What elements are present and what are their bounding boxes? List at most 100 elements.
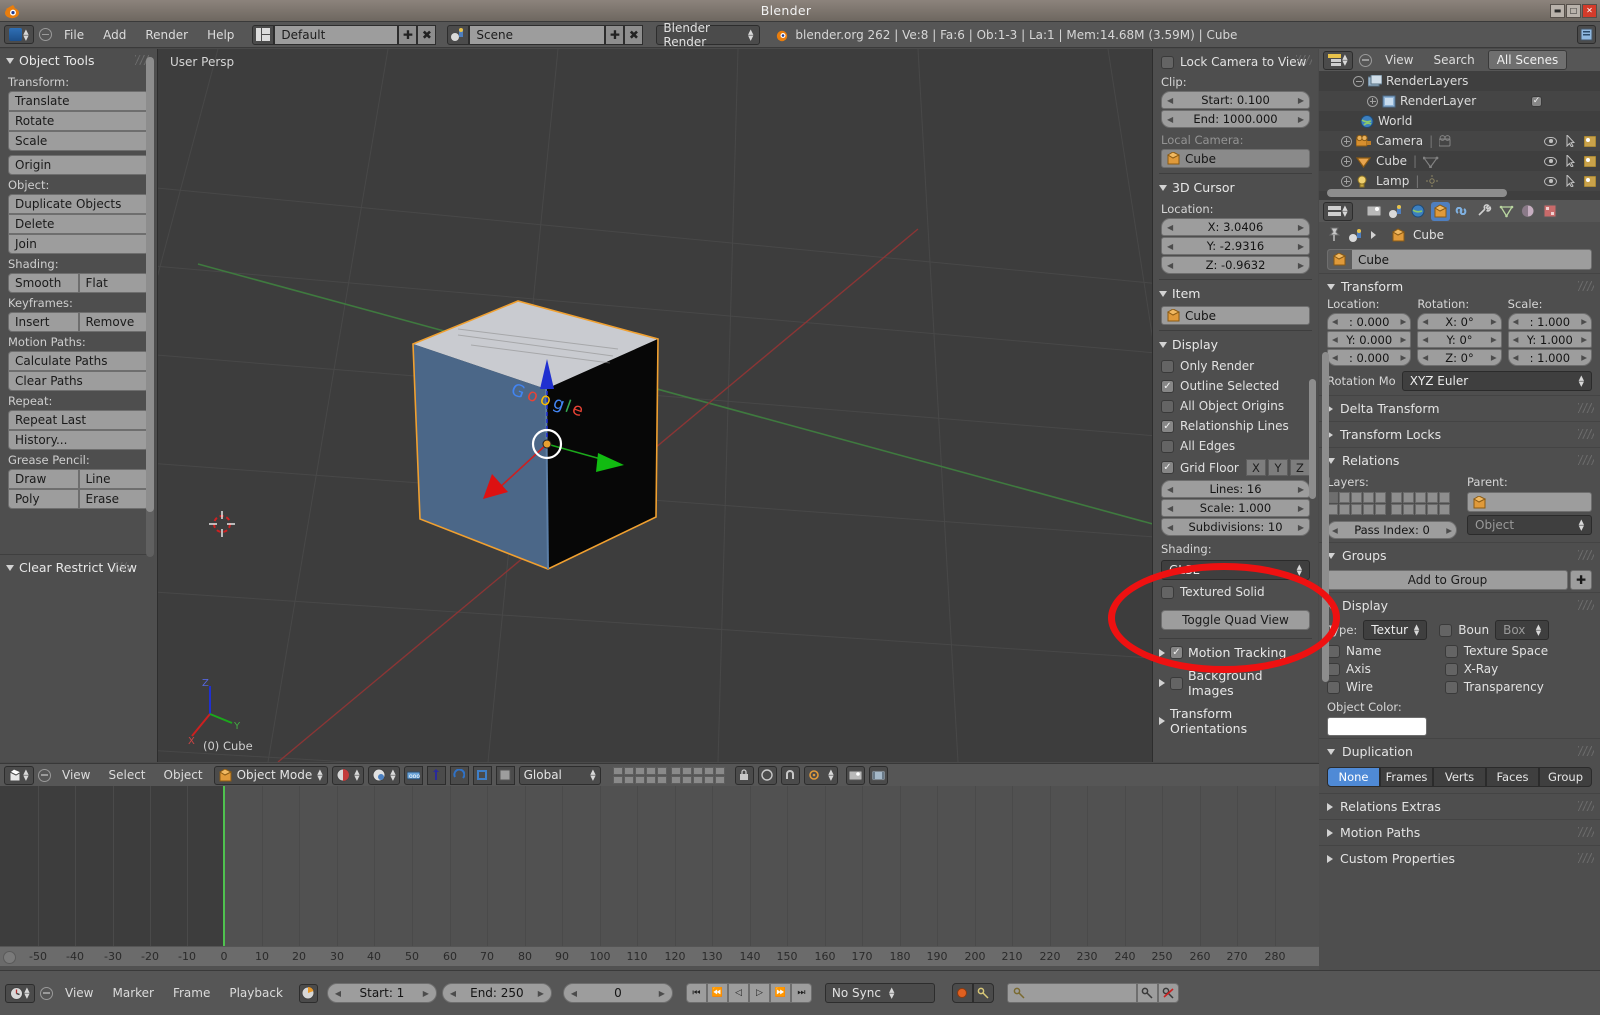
background-images-checkbox[interactable] [1170, 676, 1183, 690]
viewport-menu-view[interactable]: View [55, 766, 97, 784]
background-images-panel-header[interactable]: Background Images [1153, 55, 1318, 702]
menu-file[interactable]: File [57, 26, 91, 44]
timeline-menu-marker[interactable]: Marker [105, 984, 160, 1002]
gp-line-button[interactable]: Line [78, 469, 149, 489]
all-edges-checkbox[interactable] [1161, 439, 1174, 453]
display-panel-header[interactable]: Display [1319, 592, 1600, 618]
cursor-z-field[interactable]: ◀ Z: -0.9632 ▶ [1161, 256, 1310, 274]
next-keyframe-button[interactable]: ⏩ [769, 983, 791, 1003]
viewport-layers-right[interactable] [670, 766, 725, 784]
left-arrow-icon[interactable]: ◀ [571, 989, 577, 998]
gp-poly-button[interactable]: Poly [8, 489, 79, 509]
grid-floor-checkbox[interactable]: ✓ [1161, 461, 1174, 474]
manipulator-rotate-icon[interactable] [449, 765, 469, 785]
scale-y-field[interactable]: ◀ Y: 1.000 ▶ [1507, 331, 1592, 348]
expand-toggle-icon[interactable] [1341, 175, 1352, 187]
new-screen-button[interactable]: ✚ [398, 24, 418, 45]
all-object-origins-checkbox[interactable] [1161, 399, 1174, 413]
right-arrow-icon[interactable]: ▶ [1298, 523, 1304, 532]
grid-axis-x-toggle[interactable]: X [1246, 459, 1266, 476]
expand-toggle-icon[interactable] [1341, 135, 1352, 147]
outliner-row-renderlayers[interactable]: RenderLayers [1319, 71, 1600, 91]
transform-orientation-dropdown[interactable]: Global ▲ ▼ [518, 765, 601, 785]
delete-button[interactable]: Delete [8, 214, 149, 234]
scene-tab[interactable] [1387, 202, 1406, 221]
constraints-tab[interactable] [1453, 202, 1472, 221]
viewport-shading-dropdown[interactable]: ▲ ▼ [331, 765, 364, 785]
current-frame-field[interactable]: ◀ 0 ▶ [562, 983, 673, 1003]
parent-field[interactable] [1467, 492, 1592, 512]
right-arrow-icon[interactable]: ▶ [659, 989, 665, 998]
show-wire-checkbox[interactable] [1327, 680, 1340, 694]
expand-toggle-icon[interactable] [1367, 95, 1378, 107]
delete-screen-button[interactable]: ✖ [417, 24, 437, 45]
right-arrow-icon[interactable]: ▶ [1298, 242, 1304, 251]
left-arrow-icon[interactable]: ◀ [1167, 242, 1173, 251]
duplicate-objects-button[interactable]: Duplicate Objects [8, 194, 149, 214]
selectable-cursor-icon[interactable] [1566, 175, 1575, 187]
transparency-checkbox[interactable] [1444, 680, 1458, 694]
show-axis-row[interactable]: Axis [1327, 662, 1445, 676]
join-button[interactable]: Join [8, 234, 149, 254]
layer-grid-right[interactable] [1391, 492, 1450, 515]
auto-keyframe-record-icon[interactable] [951, 983, 973, 1003]
cursor-y-field[interactable]: ◀ Y: -2.9316 ▶ [1161, 237, 1310, 255]
texture-space-row[interactable]: Texture Space [1444, 644, 1592, 658]
menu-help[interactable]: Help [200, 26, 241, 44]
custom-properties-panel-header[interactable]: Custom Properties [1319, 845, 1600, 871]
gp-erase-button[interactable]: Erase [78, 489, 149, 509]
selectable-cursor-icon[interactable] [1566, 135, 1575, 147]
transparency-row[interactable]: Transparency [1444, 680, 1592, 694]
object-color-swatch[interactable] [1327, 717, 1427, 736]
right-arrow-icon[interactable]: ▶ [1298, 115, 1304, 124]
timeline-editor[interactable]: -50 -40 -30 -20 -10 0 10 20 30 40 50 60 … [0, 786, 1319, 970]
collapse-menus-icon[interactable] [38, 768, 51, 782]
visibility-eye-icon[interactable] [1544, 136, 1557, 146]
outline-selected-row[interactable]: ✓ Outline Selected [1153, 376, 1318, 396]
motion-tracking-panel-header[interactable]: ✓ Motion Tracking [1153, 55, 1318, 664]
start-frame-field[interactable]: ◀ Start: 1 ▶ [326, 983, 437, 1003]
textured-solid-row[interactable]: Textured Solid [1153, 582, 1318, 602]
material-tab[interactable] [1519, 202, 1538, 221]
bounds-row[interactable]: Boun [1439, 623, 1489, 637]
delta-transform-panel-header[interactable]: Delta Transform [1319, 395, 1600, 421]
maximize-button[interactable]: □ [1566, 3, 1581, 18]
layer-buttons[interactable] [1327, 492, 1457, 515]
item-name-field[interactable]: Cube [1161, 306, 1310, 325]
render-visibility-icon[interactable] [1584, 135, 1596, 147]
smooth-button[interactable]: Smooth [8, 273, 79, 293]
viewport-menu-object[interactable]: Object [157, 766, 210, 784]
3d-cursor-panel-header[interactable]: 3D Cursor [1153, 55, 1318, 199]
grid-scale-field[interactable]: ◀ Scale: 1.000 ▶ [1161, 499, 1310, 517]
outliner-horizontal-scrollbar[interactable] [1327, 189, 1507, 197]
all-object-origins-row[interactable]: All Object Origins [1153, 396, 1318, 416]
rotation-x-field[interactable]: ◀ X: 0° ▶ [1417, 313, 1502, 330]
relations-extras-panel-header[interactable]: Relations Extras [1319, 793, 1600, 819]
duplication-option-verts[interactable]: Verts [1433, 767, 1486, 787]
grid-axis-z-toggle[interactable]: Z [1290, 459, 1310, 476]
motion-tracking-checkbox[interactable]: ✓ [1170, 646, 1183, 659]
duplication-option-group[interactable]: Group [1539, 767, 1592, 787]
clip-end-field[interactable]: ◀ End: 1000.000 ▶ [1161, 110, 1310, 128]
rotation-y-field[interactable]: ◀ Y: 0° ▶ [1417, 331, 1502, 348]
play-button[interactable]: ▷ [748, 983, 770, 1003]
display-panel-header[interactable]: Display [1153, 55, 1318, 356]
right-arrow-icon[interactable]: ▶ [1298, 485, 1304, 494]
left-arrow-icon[interactable]: ◀ [450, 989, 456, 998]
outliner-row-lamp[interactable]: Lamp | [1319, 171, 1600, 191]
history-button[interactable]: History... [8, 430, 149, 450]
object-tools-panel-header[interactable]: Object Tools [0, 49, 157, 72]
viewport-editor-type-selector[interactable]: ▲ ▼ [4, 765, 34, 785]
object-tab[interactable] [1431, 201, 1450, 221]
keying-set-icon[interactable] [972, 983, 994, 1003]
timeline-menu-frame[interactable]: Frame [166, 984, 217, 1002]
clear-restrict-view-panel-header[interactable]: Clear Restrict View [0, 556, 143, 579]
scene-breadcrumb-icon[interactable] [1349, 228, 1364, 242]
motion-paths-panel-header[interactable]: Motion Paths [1319, 819, 1600, 845]
location-z-field[interactable]: ◀: 0.000 ▶ [1327, 349, 1412, 366]
shading-glsl-dropdown[interactable]: GLSL ▲ ▼ [1161, 560, 1310, 580]
scale-button[interactable]: Scale [8, 131, 149, 151]
right-arrow-icon[interactable]: ▶ [1298, 504, 1304, 513]
properties-editor-type-selector[interactable]: ▲ ▼ [1323, 201, 1353, 221]
screen-layout-field[interactable]: Default [274, 24, 399, 45]
